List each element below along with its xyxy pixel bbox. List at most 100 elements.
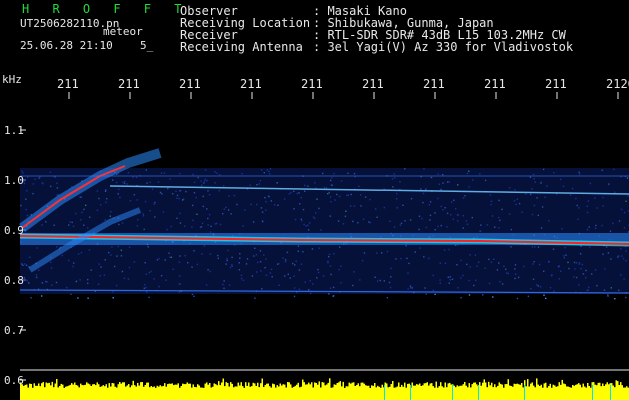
power-bar (132, 380, 134, 400)
power-bar (156, 385, 158, 400)
power-bar (252, 382, 254, 400)
power-bar (221, 382, 223, 400)
power-bar (537, 384, 539, 400)
power-bar (32, 387, 34, 400)
power-bar (150, 386, 152, 400)
power-bar (399, 387, 401, 400)
power-bar (585, 387, 587, 400)
power-bar (140, 382, 142, 400)
power-marker (384, 385, 385, 400)
power-bar (101, 386, 103, 400)
power-bar (83, 385, 85, 400)
power-bar (369, 388, 371, 400)
power-bar (401, 384, 403, 400)
power-bar (330, 387, 332, 400)
power-bar (558, 382, 560, 400)
power-bar (453, 385, 455, 400)
power-bar (597, 382, 599, 400)
power-bar (485, 382, 487, 400)
power-bar (41, 383, 43, 400)
power-bar (497, 385, 499, 400)
power-bar (341, 386, 343, 400)
power-bar (450, 384, 452, 400)
power-bar (555, 386, 557, 400)
time-tick-label: 211 (57, 77, 79, 91)
power-bar (59, 386, 61, 400)
power-bar (302, 379, 304, 400)
power-bar (461, 385, 463, 400)
power-bar (161, 386, 163, 400)
power-bar (381, 384, 383, 400)
power-bar (363, 383, 365, 400)
power-bar (176, 384, 178, 400)
power-bar (92, 384, 94, 400)
power-bar (462, 384, 464, 400)
power-bar (273, 384, 275, 400)
power-bar (164, 383, 166, 400)
power-bar (602, 383, 604, 400)
power-bar (158, 386, 160, 400)
power-bar (285, 387, 287, 400)
power-bar (263, 387, 265, 400)
power-marker (478, 385, 479, 400)
power-bar (554, 385, 556, 400)
power-bar (260, 383, 262, 400)
power-bar (237, 382, 239, 400)
power-bar (446, 387, 448, 400)
power-bar (173, 385, 175, 400)
power-bar (291, 387, 293, 400)
time-tick-label: 211 (179, 77, 201, 91)
power-bar (194, 386, 196, 400)
power-bar (167, 384, 169, 400)
power-bar (438, 386, 440, 400)
power-bar (473, 382, 475, 400)
power-bar (548, 386, 550, 400)
power-bar (324, 385, 326, 400)
power-bar (288, 382, 290, 400)
power-bar (486, 387, 488, 400)
power-bar (111, 383, 113, 400)
power-bar (432, 386, 434, 400)
power-bar (507, 379, 509, 400)
power-bar (258, 387, 260, 400)
power-bar (287, 382, 289, 400)
power-bar (380, 387, 382, 400)
power-bar (393, 387, 395, 400)
power-bar (396, 386, 398, 400)
power-bar (78, 387, 80, 400)
power-bar (534, 387, 536, 400)
power-marker (610, 385, 611, 400)
power-bar (98, 384, 100, 400)
power-bar (242, 386, 244, 400)
power-bar (138, 385, 140, 400)
power-bar (416, 384, 418, 400)
power-bar (407, 383, 409, 400)
power-bar (621, 385, 623, 400)
power-bar (404, 382, 406, 400)
power-bar (362, 382, 364, 400)
power-bar (216, 385, 218, 400)
power-bar (503, 387, 505, 400)
power-bar (240, 382, 242, 400)
power-bar (131, 385, 133, 400)
power-bar (599, 382, 601, 400)
power-bar (429, 383, 431, 400)
noise-speck (625, 296, 627, 299)
power-bar (159, 385, 161, 400)
power-bar (372, 385, 374, 400)
power-bar (114, 386, 116, 400)
power-bar (546, 387, 548, 400)
power-bar (215, 384, 217, 400)
power-bar (474, 382, 476, 400)
power-bar (174, 384, 176, 400)
freq-label: 0.6 (4, 374, 24, 387)
noise-speck (333, 295, 335, 297)
power-bar (129, 387, 131, 400)
power-bar (357, 383, 359, 400)
power-bar (458, 386, 460, 400)
power-bar (492, 387, 494, 400)
power-bar (449, 382, 451, 400)
power-bar (519, 384, 521, 400)
power-bar (359, 386, 361, 400)
power-bar (116, 387, 118, 400)
